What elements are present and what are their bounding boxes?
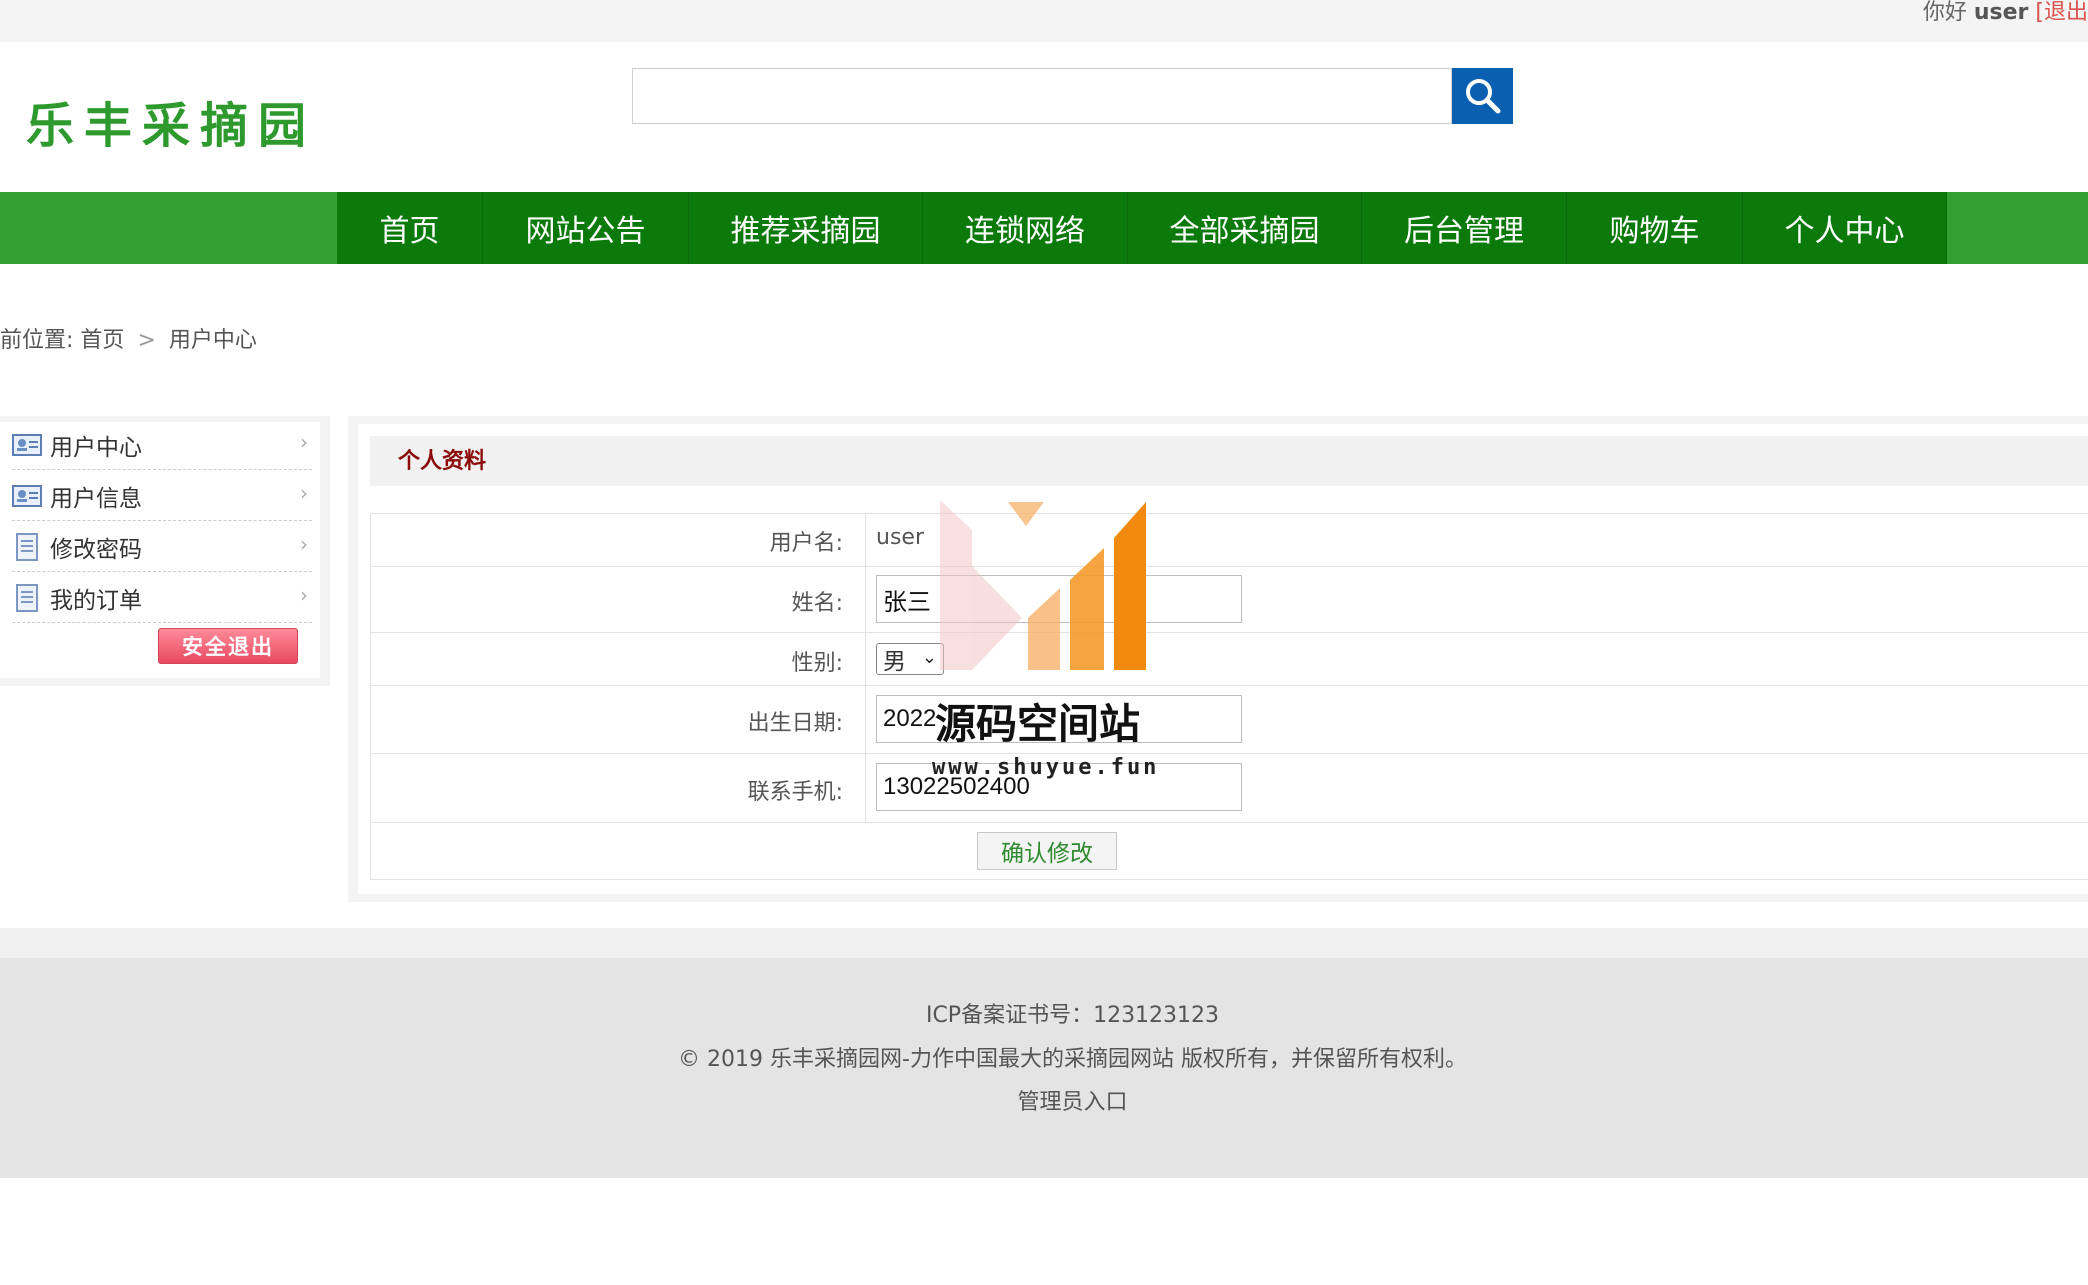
nav-item-home[interactable]: 首页 <box>337 192 483 264</box>
nav-item-admin[interactable]: 后台管理 <box>1362 192 1567 264</box>
watermark-logo-icon <box>940 500 1146 670</box>
gender-selected-value: 男 <box>883 649 906 675</box>
username-label: 用户名: <box>769 531 843 556</box>
chevron-right-icon: › <box>300 430 308 454</box>
greeting-text: 你好 <box>1922 0 1967 25</box>
sidebar-item-user-info[interactable]: 用户信息 › <box>12 471 312 521</box>
document-icon <box>12 532 42 561</box>
sidebar-item-change-password[interactable]: 修改密码 › <box>12 522 312 572</box>
form-row-divider <box>370 632 2088 633</box>
username-value: user <box>876 525 924 550</box>
breadcrumb-current: 用户中心 <box>168 328 257 353</box>
sidebar-item-label: 我的订单 <box>50 587 142 614</box>
footer-copyright: © 2019 乐丰采摘园网-力作中国最大的采摘园网站 版权所有，并保留所有权利。 <box>678 1047 1467 1072</box>
chevron-down-icon: ⌄ <box>921 647 937 668</box>
admin-entry-link[interactable]: 管理员入口 <box>0 1088 2088 1118</box>
breadcrumb: 当前位置: 首页 > 用户中心 <box>0 326 257 356</box>
watermark-url: www.shuyue.fun <box>932 755 1160 780</box>
profile-header <box>370 436 2088 486</box>
chevron-right-icon: › <box>300 481 308 505</box>
form-row-divider <box>370 753 2088 754</box>
safe-exit-button[interactable]: 安全退出 <box>158 628 298 664</box>
form-column-divider <box>865 513 866 823</box>
nav-item-recommended[interactable]: 推荐采摘园 <box>689 192 923 264</box>
sidebar-item-my-orders[interactable]: 我的订单 › <box>12 573 312 623</box>
gender-select[interactable]: 男 ⌄ <box>876 643 944 675</box>
search-icon <box>1465 79 1500 114</box>
user-greeting: 你好 user [退出 <box>1923 0 2088 26</box>
footer-icp: ICP备案证书号：123123123 <box>925 1003 1220 1028</box>
form-border-left <box>370 513 371 880</box>
greeting-username: user <box>1973 0 2029 25</box>
breadcrumb-separator: > <box>137 328 156 353</box>
name-label: 姓名: <box>791 591 843 616</box>
site-logo[interactable]: 乐丰采摘园 <box>26 98 316 154</box>
id-card-icon <box>12 432 42 458</box>
nav-item-all-orchards[interactable]: 全部采摘园 <box>1128 192 1362 264</box>
sidebar-item-label: 用户信息 <box>50 485 142 512</box>
breadcrumb-prefix: 当前位置: <box>0 328 74 353</box>
form-row-divider <box>370 685 2088 686</box>
phone-label: 联系手机: <box>747 780 843 805</box>
document-icon <box>12 583 42 612</box>
search-input[interactable] <box>632 68 1452 124</box>
search-button[interactable] <box>1452 68 1513 124</box>
chevron-right-icon: › <box>300 532 308 556</box>
form-row-divider <box>370 822 2088 823</box>
profile-title: 个人资料 <box>398 449 487 474</box>
confirm-edit-button[interactable]: 确认修改 <box>977 832 1117 870</box>
form-border-bottom <box>370 879 2088 880</box>
gender-label: 性别: <box>791 651 843 676</box>
nav-item-profile[interactable]: 个人中心 <box>1743 192 1947 264</box>
sidebar-item-user-center[interactable]: 用户中心 › <box>12 420 312 470</box>
watermark-title: 源码空间站 <box>935 700 1140 748</box>
chevron-right-icon: › <box>300 583 308 607</box>
nav-menu: 首页 网站公告 推荐采摘园 连锁网络 全部采摘园 后台管理 购物车 个人中心 <box>337 192 1947 264</box>
logout-link[interactable]: [退出 <box>2035 0 2088 25</box>
form-row-divider <box>370 513 2088 514</box>
form-row-divider <box>370 566 2088 567</box>
nav-item-cart[interactable]: 购物车 <box>1567 192 1743 264</box>
breadcrumb-home[interactable]: 首页 <box>80 328 124 353</box>
nav-item-chain[interactable]: 连锁网络 <box>923 192 1128 264</box>
birth-date-label: 出生日期: <box>747 711 843 736</box>
top-bar: 你好 user [退出 <box>0 0 2088 42</box>
sidebar-item-label: 修改密码 <box>50 536 142 563</box>
nav-item-announcements[interactable]: 网站公告 <box>483 192 689 264</box>
main-nav: 首页 网站公告 推荐采摘园 连锁网络 全部采摘园 后台管理 购物车 个人中心 <box>0 192 2088 264</box>
footer-divider <box>0 928 2088 958</box>
id-card-icon <box>12 483 42 509</box>
sidebar-item-label: 用户中心 <box>50 434 142 461</box>
